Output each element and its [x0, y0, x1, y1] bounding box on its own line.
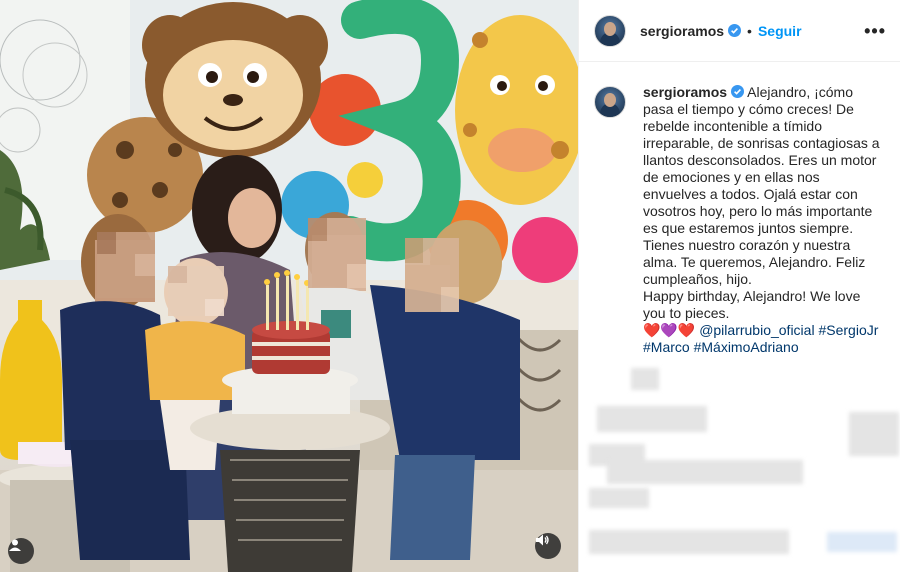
caption-text-spanish: Alejandro, ¡cómo pasa el tiempo y cómo c…: [643, 84, 880, 287]
verified-badge-icon: [731, 85, 745, 98]
caption-body: sergioramos Alejandro, ¡cómo pasa el tie…: [643, 84, 886, 356]
more-options-icon[interactable]: •••: [864, 22, 886, 40]
author-username[interactable]: sergioramos: [640, 23, 724, 39]
hashtag-link[interactable]: #Marco: [643, 339, 690, 355]
hashtag-link[interactable]: #MáximoAdriano: [694, 339, 799, 355]
separator-dot: •: [747, 22, 752, 39]
post-caption: sergioramos Alejandro, ¡cómo pasa el tie…: [579, 62, 900, 356]
hashtag-link[interactable]: #SergioJr: [818, 322, 878, 338]
verified-badge-icon: [728, 24, 742, 37]
caption-author-avatar[interactable]: [594, 86, 626, 118]
video-frame: [0, 0, 578, 572]
mute-button[interactable]: [535, 533, 561, 559]
blurred-comments-area: [579, 360, 900, 572]
volume-icon: [536, 534, 549, 546]
user-tag-button[interactable]: [8, 538, 34, 564]
post-details-panel: sergioramos • Seguir ••• sergioramos Ale…: [578, 0, 900, 572]
post-header: sergioramos • Seguir •••: [579, 0, 900, 62]
user-tag-icon: [9, 539, 21, 551]
mention-link[interactable]: @pilarrubio_oficial: [699, 322, 814, 338]
hearts-emoji: ❤️💜❤️: [643, 322, 696, 338]
post-media-video[interactable]: [0, 0, 578, 572]
author-avatar[interactable]: [594, 14, 626, 47]
follow-button[interactable]: Seguir: [758, 23, 802, 39]
caption-author-username[interactable]: sergioramos: [643, 84, 727, 100]
caption-text-english: Happy birthday, Alejandro! We love you t…: [643, 288, 861, 321]
